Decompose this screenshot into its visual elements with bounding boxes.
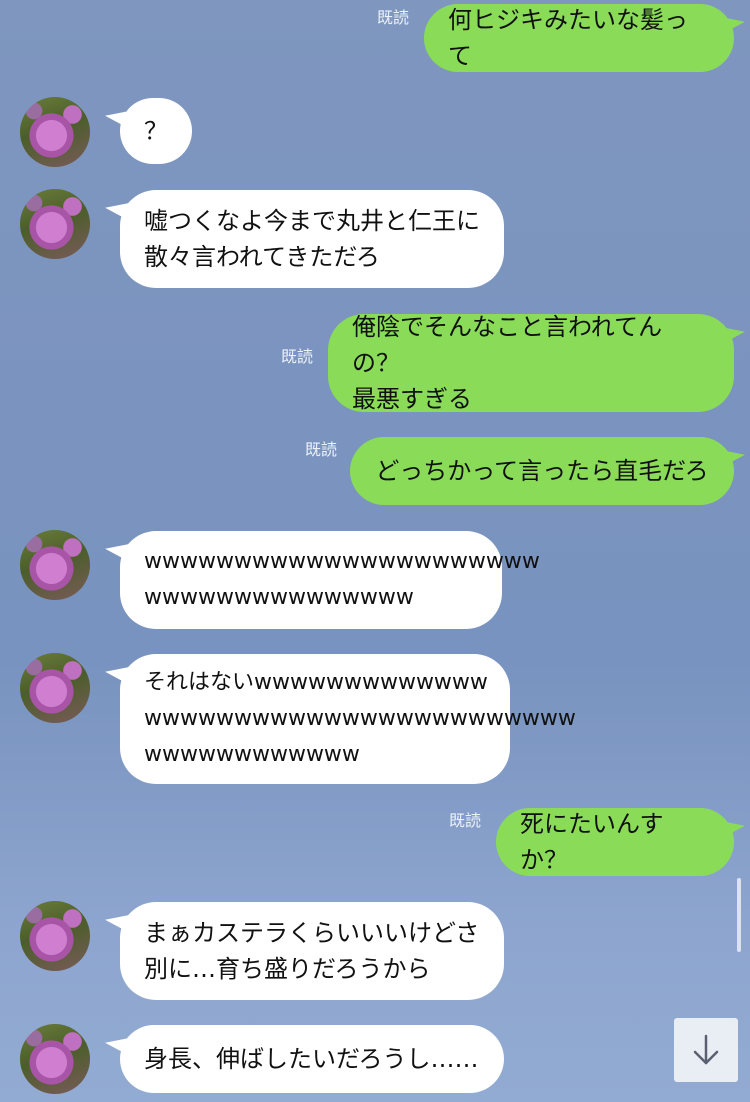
message-bubble-outgoing[interactable]: どっちかって言ったら直毛だろ: [350, 437, 734, 505]
read-receipt: 既読: [305, 440, 338, 459]
message-bubble-incoming[interactable]: ？: [120, 98, 192, 164]
avatar[interactable]: [20, 97, 90, 167]
message-bubble-outgoing[interactable]: 何ヒジキみたいな髪って: [424, 4, 734, 72]
message-bubble-incoming[interactable]: wwwwwwwwwwwwwwwwwwwwww wwwwwwwwwwwwwww: [120, 531, 540, 629]
chat-area[interactable]: 既読 何ヒジキみたいな髪って ？ 嘘つくなよ今まで丸井と仁王に 散々言われてきた…: [0, 0, 750, 1102]
message-bubble-outgoing[interactable]: 俺陰でそんなこと言われてんの？ 最悪すぎる: [328, 313, 734, 413]
avatar[interactable]: [20, 1024, 90, 1094]
message-bubble-incoming[interactable]: まぁカステラくらいいいけどさ 別に…育ち盛りだろうから: [120, 902, 504, 1000]
avatar[interactable]: [20, 530, 90, 600]
read-receipt: 既読: [449, 811, 482, 830]
read-receipt: 既読: [281, 347, 314, 366]
message-bubble-incoming[interactable]: 身長、伸ばしたいだろうし……: [120, 1025, 504, 1093]
read-receipt: 既読: [377, 8, 410, 27]
avatar[interactable]: [20, 901, 90, 971]
avatar[interactable]: [20, 189, 90, 259]
scroll-to-bottom-button[interactable]: [674, 1018, 738, 1082]
avatar[interactable]: [20, 653, 90, 723]
message-bubble-incoming[interactable]: それはないwwwwwwwwwwwww wwwwwwwwwwwwwwwwwwwww…: [120, 654, 576, 784]
arrow-down-icon: [693, 1034, 719, 1065]
message-bubble-outgoing[interactable]: 死にたいんすか？: [496, 808, 734, 876]
scrollbar[interactable]: [737, 878, 741, 952]
message-bubble-incoming[interactable]: 嘘つくなよ今まで丸井と仁王に 散々言われてきただろ: [120, 190, 504, 288]
